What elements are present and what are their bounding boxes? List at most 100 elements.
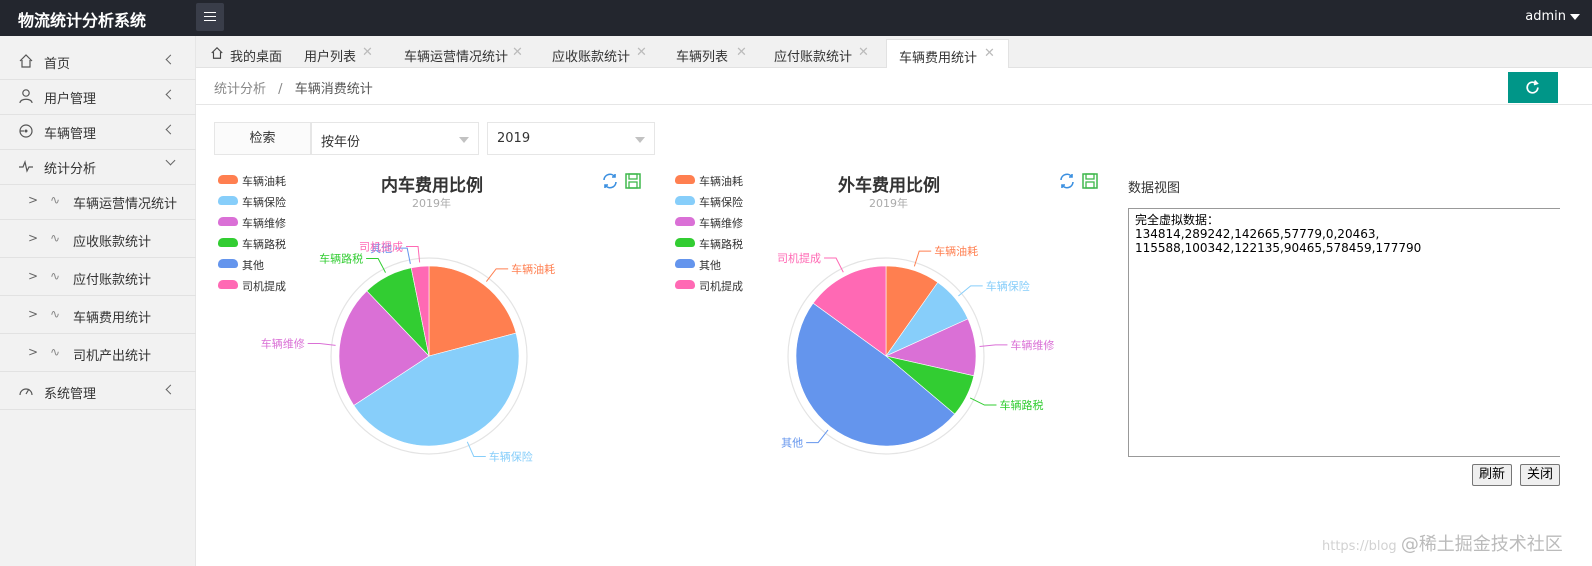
watermark: https://blog @稀土掘金技术社区	[1322, 530, 1563, 556]
sidebar-subitem-label: 司机产出统计	[73, 349, 152, 364]
pie-label-line	[824, 257, 844, 273]
pulse-icon: ∿	[50, 269, 61, 283]
chevron-left-icon	[165, 89, 176, 100]
sidebar-item-home[interactable]: 首页	[0, 42, 196, 80]
sidebar-subitem[interactable]: > ∿ 车辆运营情况统计	[0, 182, 196, 220]
filter-label: 检索	[214, 122, 311, 155]
caret-down-icon[interactable]	[1570, 14, 1580, 20]
sidebar-item-vehicles[interactable]: 车辆管理	[0, 112, 196, 150]
sidebar-item-system[interactable]: 系统管理	[0, 372, 196, 410]
top-bar: 物流统计分析系统 admin	[0, 0, 1592, 36]
tab-desktop[interactable]: 我的桌面	[200, 39, 294, 68]
data-view-refresh-button[interactable]: 刷新	[1472, 464, 1513, 486]
dashboard-icon	[19, 388, 33, 396]
pulse-icon: ∿	[50, 307, 61, 321]
menu-toggle-button[interactable]	[196, 3, 224, 31]
sidebar-subitem-label: 应付账款统计	[73, 273, 152, 288]
pie-label: 其他	[781, 437, 803, 450]
refresh-button[interactable]	[1508, 72, 1558, 103]
pie-label: 车辆油耗	[934, 244, 978, 258]
breadcrumb-current: 车辆消费统计	[294, 82, 373, 97]
chevron-right-icon: >	[28, 269, 39, 283]
user-menu[interactable]: admin	[1525, 9, 1566, 24]
pie-label-line	[466, 441, 486, 457]
data-view-close-button[interactable]: 关闭	[1520, 464, 1561, 486]
chevron-right-icon: >	[28, 231, 39, 245]
sidebar-item-label: 车辆管理	[44, 127, 97, 142]
sidebar-subitem[interactable]: > ∿ 车辆费用统计	[0, 296, 196, 334]
pie-label: 车辆维修	[261, 337, 305, 351]
refresh-icon	[1526, 80, 1539, 94]
close-icon[interactable]: ✕	[736, 45, 747, 60]
sidebar-subitem[interactable]: > ∿ 司机产出统计	[0, 334, 196, 372]
sidebar-subitem-label: 车辆费用统计	[73, 311, 152, 326]
breadcrumb-separator: /	[278, 82, 283, 97]
sidebar-item-statistics[interactable]: 统计分析	[0, 147, 196, 185]
tab-label: 车辆运营情况统计	[404, 50, 509, 65]
pie-label: 车辆维修	[1010, 338, 1054, 352]
pie-chart-outer: 车辆油耗车辆保险车辆维修车辆路税其他 司机提成	[777, 244, 1054, 455]
chevron-right-icon: >	[28, 307, 39, 321]
pie-label: 车辆油耗	[511, 262, 555, 276]
data-view-title: 数据视图	[1128, 181, 1181, 196]
sidebar-item-label: 统计分析	[44, 162, 97, 177]
pulse-icon: ∿	[50, 231, 61, 245]
pie-label: 车辆保险	[489, 449, 533, 463]
tab-label: 车辆费用统计	[899, 51, 978, 66]
app-title: 物流统计分析系统	[18, 11, 147, 30]
sidebar-subitem[interactable]: > ∿ 应收账款统计	[0, 220, 196, 258]
sidebar-item-label: 用户管理	[44, 92, 97, 107]
mode-select[interactable]: 按年份	[311, 122, 479, 155]
tab-vehicle-list[interactable]: 车辆列表 ✕	[664, 39, 764, 68]
breadcrumb: 统计分析 / 车辆消费统计	[214, 78, 373, 97]
tab-bar: 我的桌面 用户列表 ✕ 车辆运营情况统计 ✕ 应收账款统计 ✕ 车辆列表 ✕ 应…	[196, 36, 1592, 68]
chevron-right-icon: >	[28, 345, 39, 359]
home-icon	[19, 54, 33, 68]
tab-label: 应付账款统计	[774, 50, 853, 65]
chevron-left-icon	[165, 384, 176, 395]
sidebar-item-users[interactable]: 用户管理	[0, 77, 196, 115]
pie-label: 车辆保险	[986, 279, 1030, 293]
chevron-down-icon	[165, 155, 176, 166]
tab-payables[interactable]: 应付账款统计 ✕	[764, 39, 884, 68]
pie-label: 车辆路税	[999, 398, 1043, 412]
caret-down-icon	[635, 137, 645, 143]
tab-label: 应收账款统计	[552, 50, 631, 65]
chevron-left-icon	[165, 54, 176, 65]
car-icon	[19, 124, 33, 138]
sidebar-subitem-label: 应收账款统计	[73, 235, 152, 250]
user-icon	[19, 89, 33, 104]
close-icon[interactable]: ✕	[858, 45, 869, 60]
sidebar-subitem[interactable]: > ∿ 应付账款统计	[0, 258, 196, 296]
year-select-value: 2019	[497, 131, 531, 146]
tab-label: 用户列表	[304, 50, 357, 65]
watermark-brand: @稀土掘金技术社区	[1400, 534, 1563, 555]
close-icon[interactable]: ✕	[636, 45, 647, 60]
pulse-icon: ∿	[50, 193, 61, 207]
data-view-textarea[interactable]: 完全虚拟数据： 134814,289242,142665,57779,0,204…	[1128, 208, 1560, 457]
close-icon[interactable]: ✕	[984, 46, 995, 61]
pulse-icon: ∿	[50, 345, 61, 359]
chevron-left-icon	[165, 124, 176, 135]
pie-label-line	[913, 250, 932, 267]
breadcrumb-parent[interactable]: 统计分析	[214, 82, 266, 97]
sidebar-item-label: 首页	[44, 57, 71, 72]
tab-receivables[interactable]: 应收账款统计 ✕	[540, 39, 664, 68]
chevron-right-icon: >	[28, 193, 39, 207]
mode-select-value: 按年份	[321, 135, 361, 150]
close-icon[interactable]: ✕	[512, 45, 523, 60]
tab-vehicle-operation[interactable]: 车辆运营情况统计 ✕	[392, 39, 540, 68]
close-icon[interactable]: ✕	[362, 45, 373, 60]
tab-user-list[interactable]: 用户列表 ✕	[294, 39, 392, 68]
caret-down-icon	[459, 137, 469, 143]
pie-label: 司机提成	[359, 240, 403, 254]
sidebar-subitem-label: 车辆运营情况统计	[73, 197, 178, 212]
tab-vehicle-cost[interactable]: 车辆费用统计 ✕	[886, 39, 1009, 68]
pie-chart-inner: 车辆油耗车辆保险车辆维修车辆路税其他司机提成	[261, 240, 555, 464]
tab-label: 车辆列表	[676, 50, 729, 65]
year-select[interactable]: 2019	[487, 122, 655, 155]
header-divider	[196, 104, 1592, 105]
pie-label: 车辆路税	[319, 251, 363, 265]
sidebar: 首页 用户管理 车辆管理 统计分析 > ∿ 车辆运营情况统计 > ∿ 应收账款统…	[0, 36, 196, 566]
pie-label-line	[366, 257, 386, 273]
